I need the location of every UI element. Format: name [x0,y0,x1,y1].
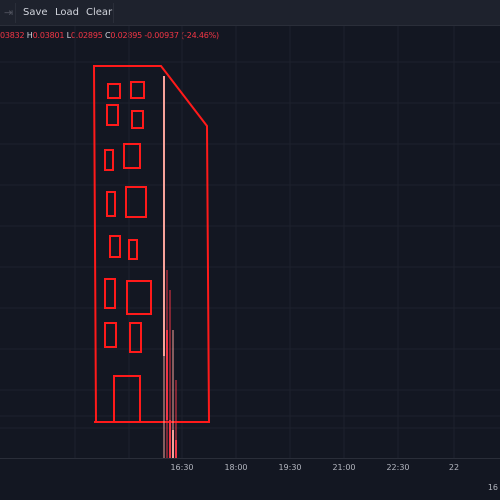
time-axis[interactable]: 16:30 18:00 19:30 21:00 22:30 22 16 [170,463,498,492]
time-tick: 22:30 [386,463,409,472]
time-tick: 18:00 [224,463,247,472]
window [104,278,116,309]
window [113,375,141,423]
window [123,143,141,169]
time-tick: 16:30 [170,463,193,472]
window [107,83,121,99]
window [106,191,116,217]
time-tick: 21:00 [332,463,355,472]
time-corner-label: 16 [488,483,498,492]
window [131,110,144,129]
window [128,239,138,260]
candle-body [172,430,174,458]
window [126,280,152,315]
time-tick: 22 [449,463,459,472]
grid [0,26,500,458]
candle-body [169,420,171,458]
window [104,149,114,171]
building-drawing[interactable] [92,65,210,423]
candle-body [175,440,177,458]
window [130,81,145,99]
candle-body [163,76,165,356]
window [109,235,121,258]
chart-canvas[interactable]: 16:30 18:00 19:30 21:00 22:30 22 16 [0,0,500,500]
building-outline [92,65,210,423]
time-tick: 19:30 [278,463,301,472]
window [104,322,117,348]
window [129,322,142,353]
window [106,104,119,126]
candle-body [166,330,168,420]
